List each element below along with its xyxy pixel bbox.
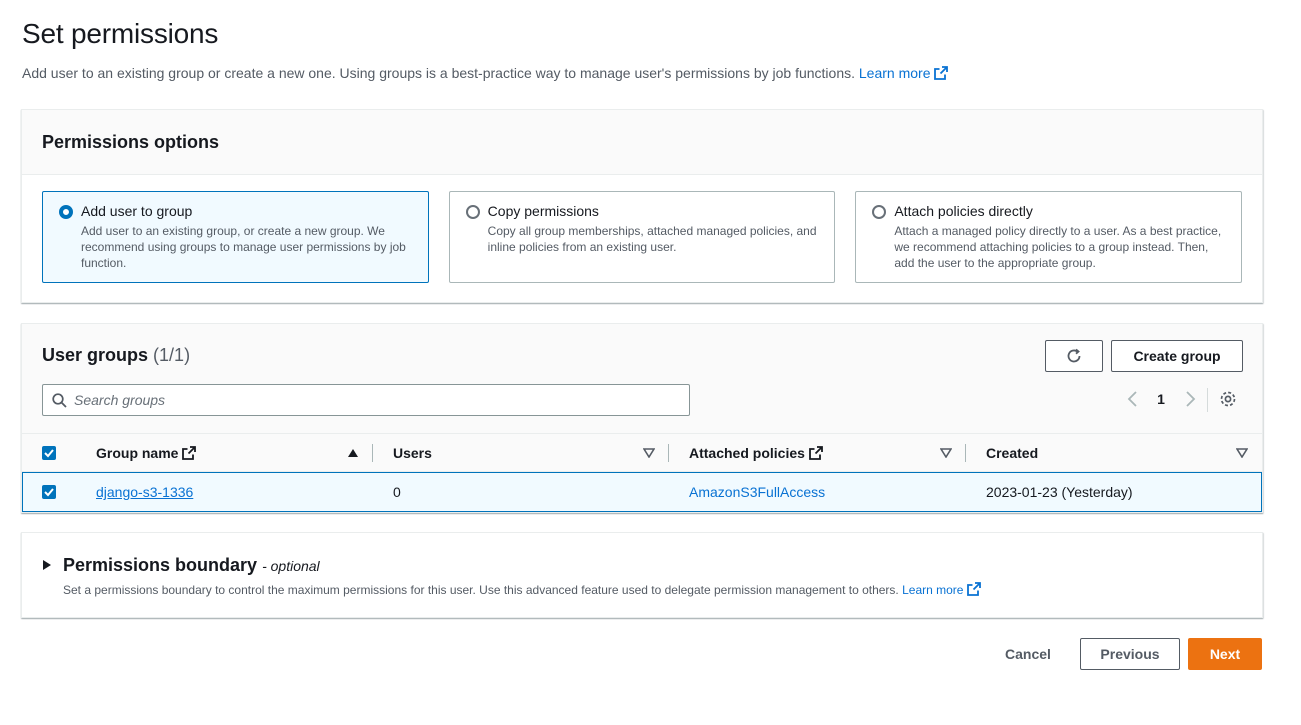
option-description: Attach a managed policy directly to a us…	[894, 224, 1222, 270]
option-description: Add user to an existing group, or create…	[81, 224, 406, 270]
sort-ascending-icon[interactable]	[347, 448, 359, 458]
chevron-right-icon[interactable]	[1182, 390, 1198, 408]
user-groups-panel: User groups (1/1) Create group 1 Group n…	[21, 323, 1263, 513]
column-group-name[interactable]: Group name	[96, 434, 197, 471]
cell-group-name: django-s3-1336	[96, 473, 193, 511]
user-groups-title-text: User groups	[42, 345, 149, 365]
cell-users: 0	[393, 484, 401, 500]
column-separator	[668, 444, 669, 462]
policy-link[interactable]: AmazonS3FullAccess	[689, 484, 825, 500]
sort-icon[interactable]	[643, 448, 655, 458]
boundary-learn-more-link[interactable]: Learn more	[902, 582, 982, 597]
chevron-left-icon[interactable]	[1125, 390, 1141, 408]
create-group-button[interactable]: Create group	[1111, 340, 1243, 372]
column-separator	[965, 444, 966, 462]
caret-right-icon[interactable]	[42, 559, 52, 571]
external-link-icon	[182, 445, 197, 460]
option-label: Attach policies directly	[894, 203, 1033, 219]
search-icon	[52, 393, 67, 408]
option-add-user-to-group[interactable]: Add user to group Add user to an existin…	[42, 191, 429, 283]
user-groups-header: User groups (1/1) Create group 1	[22, 324, 1262, 433]
page-number[interactable]: 1	[1155, 391, 1167, 407]
cell-attached-policies: AmazonS3FullAccess	[689, 473, 825, 511]
column-created[interactable]: Created	[986, 434, 1038, 471]
external-link-icon	[967, 582, 982, 596]
permissions-boundary-panel: Permissions boundary - optional Set a pe…	[21, 532, 1263, 618]
boundary-learn-more-label: Learn more	[902, 583, 964, 597]
option-copy-permissions[interactable]: Copy permissions Copy all group membersh…	[448, 191, 836, 283]
column-group-name-label: Group name	[96, 444, 179, 461]
column-separator	[372, 444, 373, 462]
select-all-checkbox[interactable]	[42, 446, 56, 460]
user-groups-title: User groups (1/1)	[42, 345, 190, 366]
permissions-options-panel: Permissions options Add user to group Ad…	[21, 109, 1263, 303]
permissions-option-tiles: Add user to group Add user to an existin…	[42, 191, 1243, 283]
refresh-button[interactable]	[1045, 340, 1103, 372]
learn-more-link[interactable]: Learn more	[859, 65, 949, 81]
page-description-text: Add user to an existing group or create …	[22, 65, 855, 81]
pager-divider	[1207, 388, 1208, 412]
option-label: Add user to group	[81, 203, 193, 219]
option-label: Copy permissions	[487, 203, 599, 219]
radio-copy-permissions[interactable]	[465, 205, 480, 219]
column-attached-policies-label: Attached policies	[689, 444, 805, 461]
table-row[interactable]: django-s3-1336 0 AmazonS3FullAccess 2023…	[22, 472, 1262, 512]
cell-created: 2023-01-23 (Yesterday)	[986, 484, 1133, 500]
group-name-link[interactable]: django-s3-1336	[96, 484, 193, 500]
search-groups-box	[42, 384, 690, 416]
radio-attach-policies-directly[interactable]	[872, 205, 887, 219]
permissions-options-header: Permissions options	[22, 110, 1262, 175]
radio-add-user-to-group[interactable]	[59, 205, 73, 219]
next-button[interactable]: Next	[1188, 638, 1262, 670]
page-title: Set permissions	[22, 18, 219, 49]
external-link-icon	[809, 445, 823, 460]
option-attach-policies-directly[interactable]: Attach policies directly Attach a manage…	[855, 191, 1243, 283]
sort-icon[interactable]	[1236, 448, 1248, 458]
permissions-boundary-title: Permissions boundary	[63, 555, 258, 575]
permissions-boundary-toggle[interactable]: Permissions boundary - optional	[63, 555, 320, 576]
search-groups-input[interactable]	[74, 385, 674, 415]
refresh-icon	[1067, 348, 1081, 363]
previous-button[interactable]: Previous	[1080, 638, 1180, 670]
column-created-label: Created	[986, 444, 1039, 461]
checkbox-checked-icon	[44, 488, 54, 497]
page-description: Add user to an existing group or create …	[22, 65, 949, 81]
optional-label: - optional	[262, 558, 320, 574]
table-header: Group name Users Attached policies Creat…	[22, 433, 1262, 472]
sort-icon[interactable]	[940, 448, 952, 458]
column-attached-policies[interactable]: Attached policies	[689, 434, 823, 471]
permissions-boundary-description-text: Set a permissions boundary to control th…	[63, 583, 899, 597]
row-checkbox[interactable]	[42, 485, 56, 499]
learn-more-label: Learn more	[858, 65, 931, 81]
permissions-boundary-description: Set a permissions boundary to control th…	[63, 582, 982, 597]
settings-icon[interactable]	[1219, 390, 1237, 408]
cancel-button[interactable]: Cancel	[992, 638, 1064, 670]
column-users-label: Users	[393, 444, 432, 461]
option-description: Copy all group memberships, attached man…	[487, 224, 817, 254]
checkbox-checked-icon	[44, 449, 54, 458]
permissions-options-title: Permissions options	[42, 132, 220, 152]
column-users[interactable]: Users	[393, 434, 432, 471]
external-link-icon	[934, 66, 949, 80]
user-groups-count: (1/1)	[153, 345, 191, 365]
